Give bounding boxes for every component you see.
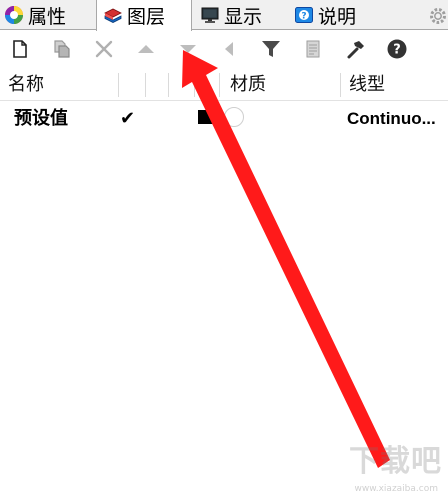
column-header-material[interactable]: 材质 xyxy=(222,69,340,100)
column-header-linetype-label: 线型 xyxy=(349,74,385,95)
move-down-icon xyxy=(180,45,196,53)
tab-properties-label: 属性 xyxy=(28,5,67,28)
layers-icon xyxy=(104,8,122,23)
current-layer-checkmark[interactable]: ✔ xyxy=(120,102,135,136)
tab-display[interactable]: 显示 xyxy=(194,0,284,30)
column-header-material-label: 材质 xyxy=(230,74,266,95)
display-monitor-icon xyxy=(201,7,219,23)
column-divider[interactable] xyxy=(145,73,146,97)
tab-description[interactable]: ? 说明 xyxy=(288,0,374,30)
help-description-icon: ? xyxy=(295,7,313,23)
delete-layer-button[interactable] xyxy=(92,37,116,61)
svg-text:?: ? xyxy=(393,43,401,58)
layer-linetype[interactable]: Continuo... xyxy=(347,102,436,136)
move-to-parent-button[interactable] xyxy=(218,37,242,61)
layer-name[interactable]: 预设值 xyxy=(14,102,68,136)
filter-button[interactable] xyxy=(259,37,283,61)
column-divider[interactable] xyxy=(219,73,220,97)
tab-display-label: 显示 xyxy=(224,5,263,28)
column-header-name-label: 名称 xyxy=(8,74,44,95)
panel-tab-strip: 属性 图层 显示 ? 说明 xyxy=(0,0,448,31)
column-header-linetype[interactable]: 线型 xyxy=(341,69,448,100)
tools-hammer-icon xyxy=(347,41,364,59)
tab-layers-label: 图层 xyxy=(127,6,166,28)
layer-table-header: 名称 材质 线型 xyxy=(0,69,448,101)
delete-icon xyxy=(95,40,113,58)
layer-state-icon xyxy=(306,40,320,58)
new-sublayer-icon xyxy=(54,40,70,58)
properties-color-wheel-icon xyxy=(5,6,23,24)
gear-icon[interactable] xyxy=(428,6,448,26)
tab-description-label: 说明 xyxy=(318,5,357,28)
new-layer-icon xyxy=(13,40,27,58)
move-down-button[interactable] xyxy=(176,37,200,61)
column-divider[interactable] xyxy=(118,73,119,97)
watermark-text: 下载吧 xyxy=(349,444,442,479)
watermark-url: www.xiazaiba.com xyxy=(354,484,438,494)
tab-layers[interactable]: 图层 xyxy=(96,0,192,31)
filter-icon xyxy=(262,41,280,57)
tab-properties[interactable]: 属性 xyxy=(0,0,94,30)
column-divider[interactable] xyxy=(168,73,169,97)
move-to-parent-icon xyxy=(225,42,233,56)
help-icon: ? xyxy=(387,39,407,59)
move-up-icon xyxy=(138,45,154,53)
new-sublayer-button[interactable] xyxy=(50,37,74,61)
svg-text:?: ? xyxy=(301,11,306,21)
move-up-button[interactable] xyxy=(134,37,158,61)
layer-toolbar: ? xyxy=(0,31,448,67)
new-layer-button[interactable] xyxy=(8,37,32,61)
help-button[interactable]: ? xyxy=(385,37,409,61)
tools-button[interactable] xyxy=(343,37,367,61)
layer-color-swatch[interactable] xyxy=(198,110,214,124)
layer-material-icon[interactable] xyxy=(224,107,244,127)
column-header-name[interactable]: 名称 xyxy=(0,69,118,100)
column-divider[interactable] xyxy=(194,73,195,97)
layer-state-button[interactable] xyxy=(301,37,325,61)
watermark-logo: 下载吧 www.xiazaiba.com xyxy=(308,436,442,494)
